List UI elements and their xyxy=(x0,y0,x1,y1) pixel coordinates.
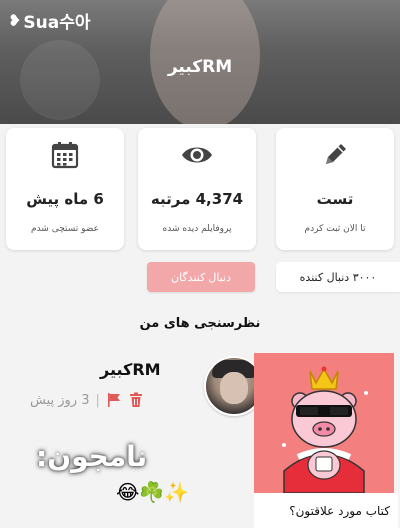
stat-joined-value: 6 ماه پیش xyxy=(26,190,104,208)
quiz-caption[interactable]: کتاب مورد علاقتون؟ xyxy=(254,493,398,528)
crown-icon xyxy=(309,366,339,390)
post-meta: | 3 روز پیش xyxy=(30,392,144,408)
pig-king-sticker-image[interactable] xyxy=(254,353,394,494)
stat-card-joined: 6 ماه پیش عضو تستچی شدم xyxy=(6,128,124,250)
calendar-icon xyxy=(6,140,124,170)
followers-count: ۳۰۰۰ دنبال کننده xyxy=(276,262,400,292)
eye-icon xyxy=(138,140,256,170)
flag-icon[interactable] xyxy=(106,392,122,408)
stat-views-label: پروفایلم دیده شده xyxy=(162,224,232,234)
section-title-my-polls: نظرسنجی های من xyxy=(139,316,261,331)
app-logo[interactable]: ❥ Sua수아 xyxy=(8,8,91,33)
profile-name: RMکبیر xyxy=(167,57,233,77)
overlay-caption-text: نامجون: xyxy=(36,440,148,473)
profile-header: ❥ Sua수아 RMکبیر xyxy=(0,0,400,124)
pencil-icon xyxy=(276,140,394,170)
post-author-name[interactable]: RMکبیر xyxy=(100,360,161,379)
stat-tests-value: تست xyxy=(316,190,354,208)
stat-card-views: 4,374 مرتبه پروفایلم دیده شده xyxy=(138,128,256,250)
logo-text: Sua수아 xyxy=(23,13,91,33)
followers-button[interactable]: دنبال کنندگان xyxy=(147,262,255,292)
stat-card-tests: تست تا الان ثبت کردم xyxy=(276,128,394,250)
header-photo-blur-secondary xyxy=(20,40,100,120)
stat-views-value: 4,374 مرتبه xyxy=(150,190,244,208)
avatar-face xyxy=(220,372,248,404)
stat-tests-label: تا الان ثبت کردم xyxy=(304,224,366,234)
stat-joined-label: عضو تستچی شدم xyxy=(31,224,99,234)
meta-separator: | xyxy=(95,392,100,408)
post-time: 3 روز پیش xyxy=(30,392,90,408)
trash-icon[interactable] xyxy=(128,392,144,408)
overlay-emoji: 😂☘️✨ xyxy=(116,480,190,504)
logo-mark-icon: ❥ xyxy=(8,11,22,30)
